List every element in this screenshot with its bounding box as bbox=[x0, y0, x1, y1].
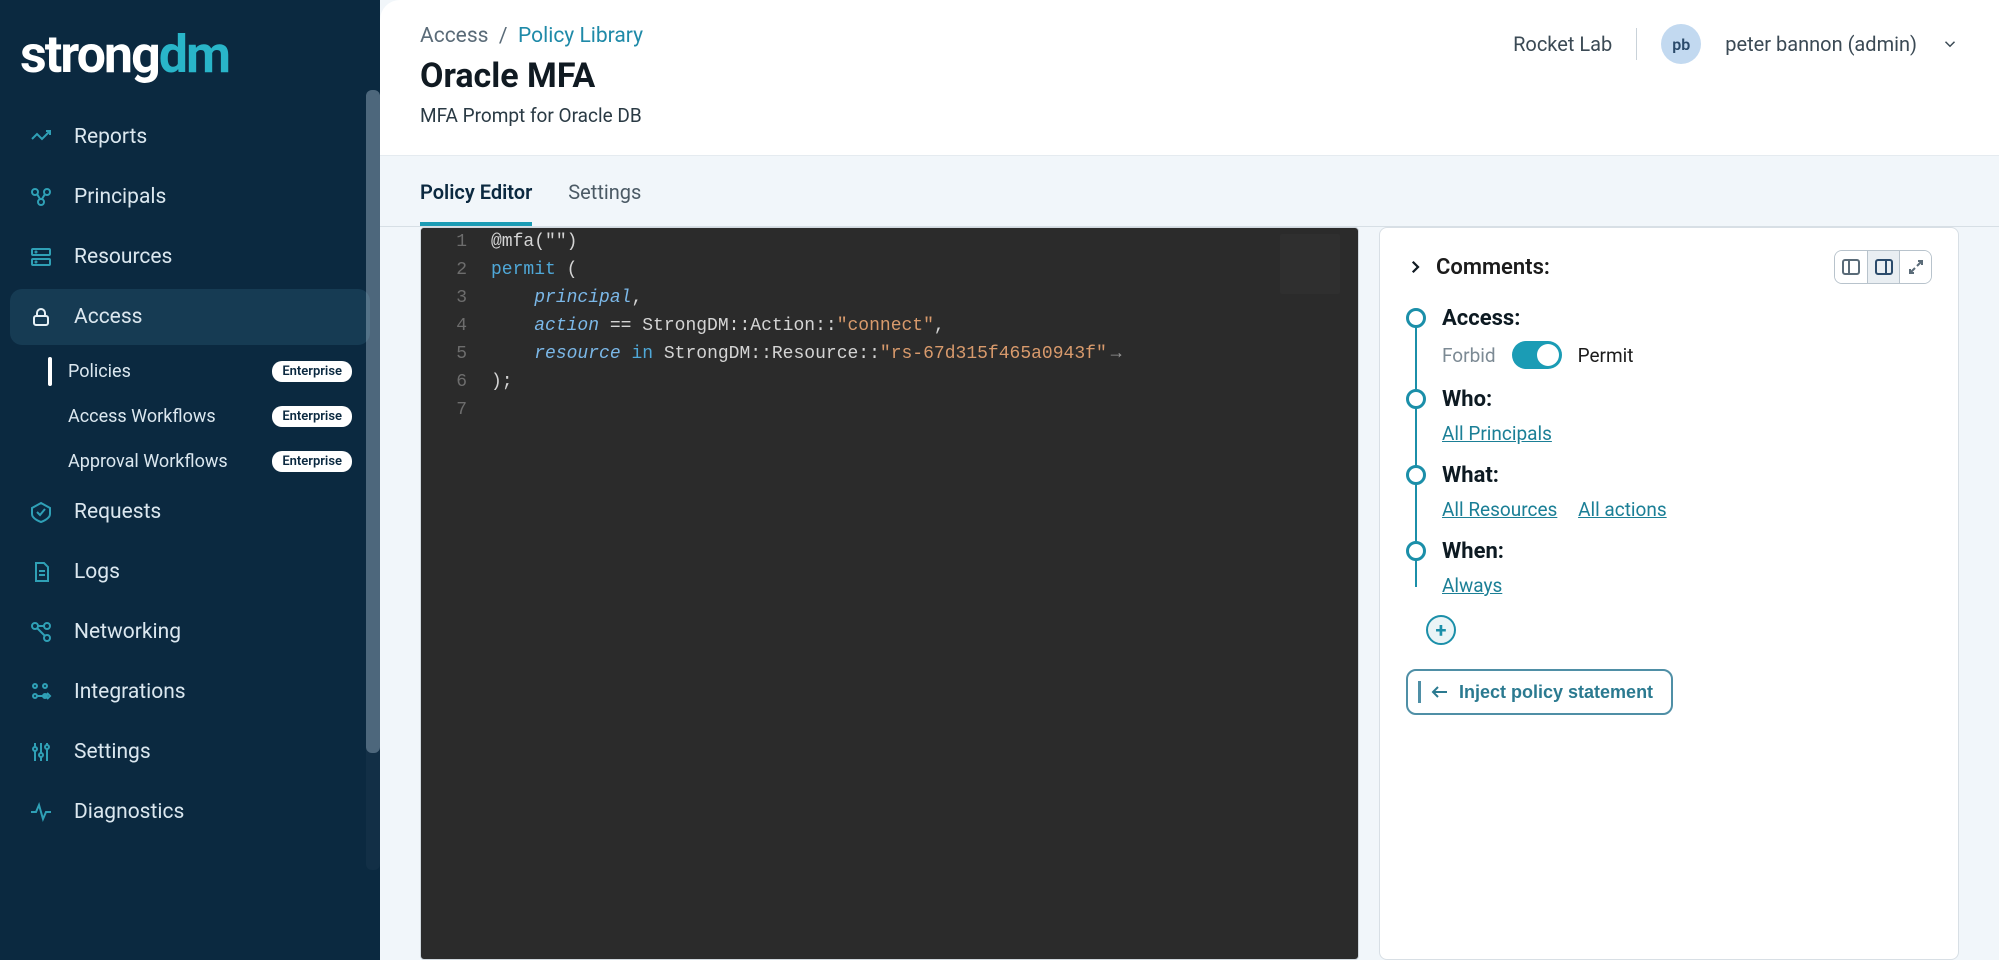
sidebar-item-logs[interactable]: Logs bbox=[10, 544, 370, 600]
tab-policy-editor[interactable]: Policy Editor bbox=[420, 180, 532, 226]
timeline-dot-icon bbox=[1406, 541, 1426, 561]
line-number: 6 bbox=[421, 368, 491, 396]
sidebar-item-requests[interactable]: Requests bbox=[10, 484, 370, 540]
sidebar-item-diagnostics[interactable]: Diagnostics bbox=[10, 784, 370, 840]
resources-icon bbox=[28, 244, 54, 270]
layout-right-button[interactable] bbox=[1867, 251, 1899, 283]
inject-policy-button[interactable]: Inject policy statement bbox=[1406, 669, 1673, 715]
sidebar-item-reports[interactable]: Reports bbox=[10, 109, 370, 165]
principals-icon bbox=[28, 184, 54, 210]
timeline-dot-icon bbox=[1406, 465, 1426, 485]
sidebar-sub-access-workflows[interactable]: Access Workflows Enterprise bbox=[50, 394, 370, 439]
lock-icon bbox=[28, 304, 54, 330]
sidebar-scrollbar[interactable] bbox=[366, 90, 380, 870]
what-actions-link[interactable]: All actions bbox=[1578, 498, 1667, 521]
line-number: 2 bbox=[421, 256, 491, 284]
comments-toggle[interactable]: Comments: bbox=[1406, 255, 1550, 280]
page-title: Oracle MFA bbox=[420, 56, 643, 96]
sidebar-item-resources[interactable]: Resources bbox=[10, 229, 370, 285]
breadcrumb: Access / Policy Library bbox=[420, 24, 643, 48]
page-subtitle: MFA Prompt for Oracle DB bbox=[420, 104, 643, 127]
sidebar-item-principals[interactable]: Principals bbox=[10, 169, 370, 225]
sidebar-item-label: Resources bbox=[74, 245, 172, 269]
overflow-arrow-icon: → bbox=[1111, 344, 1122, 364]
layout-expand-button[interactable] bbox=[1899, 251, 1931, 283]
sidebar-item-label: Networking bbox=[74, 620, 181, 644]
chevron-right-icon bbox=[1406, 258, 1424, 276]
layout-switcher bbox=[1834, 250, 1932, 284]
requests-icon bbox=[28, 499, 54, 525]
org-name: Rocket Lab bbox=[1513, 32, 1612, 56]
avatar: pb bbox=[1661, 24, 1701, 64]
line-number: 3 bbox=[421, 284, 491, 312]
step-access: Access: Forbid Permit bbox=[1406, 306, 1932, 369]
divider bbox=[1636, 28, 1637, 60]
user-menu[interactable]: Rocket Lab pb peter bannon (admin) bbox=[1513, 24, 1959, 64]
timeline-dot-icon bbox=[1406, 308, 1426, 328]
sidebar-sub-approval-workflows[interactable]: Approval Workflows Enterprise bbox=[50, 439, 370, 484]
when-link[interactable]: Always bbox=[1442, 574, 1502, 597]
enterprise-badge: Enterprise bbox=[272, 451, 352, 472]
enterprise-badge: Enterprise bbox=[272, 361, 352, 382]
step-when: When: Always bbox=[1406, 539, 1932, 597]
inspector-panel: Comments: bbox=[1379, 227, 1959, 960]
reports-icon bbox=[28, 124, 54, 150]
sidebar: strongdm Reports Principals Resources Ac bbox=[0, 0, 380, 960]
step-who: Who: All Principals bbox=[1406, 387, 1932, 445]
sidebar-item-label: Diagnostics bbox=[74, 800, 184, 824]
tabs: Policy Editor Settings bbox=[380, 156, 1999, 227]
sidebar-item-label: Principals bbox=[74, 185, 166, 209]
sidebar-item-label: Requests bbox=[74, 500, 161, 524]
sidebar-sub-policies[interactable]: Policies Enterprise bbox=[50, 349, 370, 394]
tab-settings[interactable]: Settings bbox=[568, 180, 641, 226]
sidebar-item-label: Settings bbox=[74, 740, 151, 764]
access-toggle[interactable] bbox=[1512, 341, 1562, 369]
networking-icon bbox=[28, 619, 54, 645]
layout-left-button[interactable] bbox=[1835, 251, 1867, 283]
line-number: 7 bbox=[421, 396, 491, 424]
sidebar-item-integrations[interactable]: Integrations bbox=[10, 664, 370, 720]
what-resources-link[interactable]: All Resources bbox=[1442, 498, 1557, 521]
timeline-dot-icon bbox=[1406, 389, 1426, 409]
line-number: 4 bbox=[421, 312, 491, 340]
line-number: 5 bbox=[421, 340, 491, 368]
enterprise-badge: Enterprise bbox=[272, 406, 352, 427]
add-step-button[interactable]: + bbox=[1426, 615, 1456, 645]
integrations-icon bbox=[28, 679, 54, 705]
forbid-label: Forbid bbox=[1442, 344, 1496, 367]
diagnostics-icon bbox=[28, 799, 54, 825]
chevron-down-icon bbox=[1941, 35, 1959, 53]
sidebar-sub-access: Policies Enterprise Access Workflows Ent… bbox=[10, 349, 370, 484]
permit-label: Permit bbox=[1578, 344, 1634, 367]
sidebar-item-label: Reports bbox=[74, 125, 147, 149]
step-what: What: All Resources All actions bbox=[1406, 463, 1932, 521]
logs-icon bbox=[28, 559, 54, 585]
line-number: 1 bbox=[421, 228, 491, 256]
breadcrumb-link[interactable]: Policy Library bbox=[518, 24, 643, 48]
header: Access / Policy Library Oracle MFA MFA P… bbox=[380, 0, 1999, 156]
sidebar-item-access[interactable]: Access bbox=[10, 289, 370, 345]
arrow-left-icon bbox=[1431, 685, 1449, 699]
breadcrumb-root[interactable]: Access bbox=[420, 24, 489, 48]
sidebar-item-label: Access bbox=[74, 305, 143, 329]
settings-icon bbox=[28, 739, 54, 765]
logo: strongdm bbox=[10, 24, 370, 109]
sidebar-item-settings[interactable]: Settings bbox=[10, 724, 370, 780]
editor-minimap[interactable] bbox=[1280, 234, 1340, 294]
sidebar-item-label: Logs bbox=[74, 560, 120, 584]
sidebar-item-label: Integrations bbox=[74, 680, 186, 704]
logo-text: strongdm bbox=[20, 24, 229, 85]
user-name: peter bannon (admin) bbox=[1725, 32, 1917, 56]
main: Access / Policy Library Oracle MFA MFA P… bbox=[380, 0, 1999, 960]
sidebar-item-networking[interactable]: Networking bbox=[10, 604, 370, 660]
who-link[interactable]: All Principals bbox=[1442, 422, 1552, 445]
code-editor[interactable]: 1 @mfa("") 2 permit ( 3 principal, 4 act… bbox=[420, 227, 1359, 960]
